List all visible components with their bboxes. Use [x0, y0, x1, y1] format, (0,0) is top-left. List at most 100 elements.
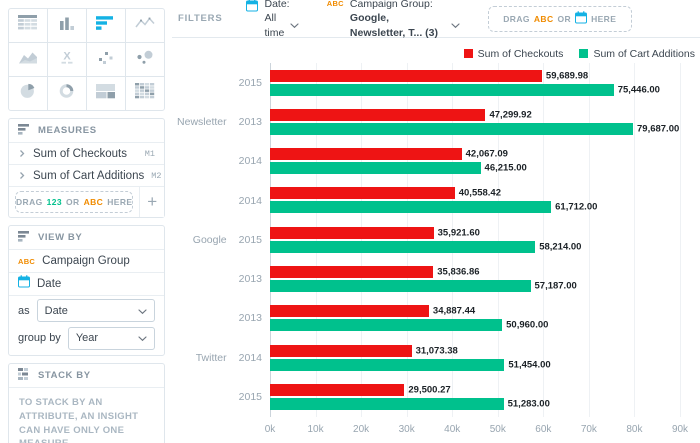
- data-label: 46,215.00: [485, 163, 527, 174]
- table-chart-type-button[interactable]: [9, 9, 47, 42]
- as-label: as: [18, 305, 30, 317]
- data-label: 31,073.38: [416, 345, 458, 356]
- data-label: 59,689.98: [546, 70, 588, 81]
- chevron-down-icon: [138, 302, 147, 320]
- bar-chart-type-button[interactable]: [87, 9, 125, 42]
- bar-sum-of-checkouts[interactable]: 31,073.38: [270, 345, 412, 357]
- bar-pair: 35,921.60 58,214.00: [270, 220, 680, 259]
- svg-text:X: X: [63, 51, 71, 63]
- measure-drop-zone[interactable]: DRAG 123 OR ABC HERE: [15, 191, 133, 213]
- filter-campaign-group[interactable]: ABC Campaign Group: Google, Newsletter, …: [327, 0, 460, 40]
- drop-hint-text: OR: [66, 197, 80, 207]
- filter-drop-zone[interactable]: DRAG ABC OR HERE: [488, 6, 632, 32]
- date-as-select[interactable]: Date: [37, 299, 155, 322]
- drop-hint-abc: ABC: [534, 14, 554, 24]
- add-measure-button[interactable]: +: [139, 187, 164, 217]
- headline-chart-type-button[interactable]: X: [48, 43, 86, 76]
- bar-sum-of-checkouts[interactable]: 47,299.92: [270, 109, 485, 121]
- x-axis-tick-label: 80k: [626, 424, 642, 435]
- bar-pair: 31,073.38 51,454.00: [270, 338, 680, 377]
- data-label: 50,960.00: [506, 320, 548, 331]
- filters-bar: FILTERS Date: All time ABC Campaign Grou…: [172, 0, 700, 38]
- heatmap-chart-type-button[interactable]: [126, 77, 164, 110]
- view-by-item-label: Date: [37, 278, 61, 290]
- y-axis-labels: Newsletter 2013: [172, 102, 270, 141]
- filter-label: Campaign Group:: [350, 0, 460, 11]
- x-axis-tick-label: 90k: [672, 424, 688, 435]
- bar-sum-of-checkouts[interactable]: 59,689.98: [270, 70, 542, 82]
- bar-sum-of-cart-additions[interactable]: 57,187.00: [270, 280, 531, 292]
- chart-row-newsletter-2014: 2014 42,067.09 46,215.00: [172, 142, 700, 181]
- bar-sum-of-cart-additions[interactable]: 50,960.00: [270, 319, 502, 331]
- bar-sum-of-cart-additions[interactable]: 58,214.00: [270, 241, 535, 253]
- chart-row-google-2013: 2013 35,836.86 57,187.00: [172, 259, 700, 298]
- year-label: 2015: [239, 77, 262, 89]
- bar-sum-of-checkouts[interactable]: 35,836.86: [270, 266, 433, 278]
- measures-icon: [18, 122, 31, 140]
- x-axis: 0k10k20k30k40k50k60k70k80k90k: [270, 417, 680, 441]
- data-label: 51,454.00: [508, 359, 550, 370]
- donut-chart-type-button[interactable]: [48, 77, 86, 110]
- chevron-right-icon: [18, 167, 26, 185]
- bar-pair: 29,500.27 51,283.00: [270, 377, 680, 416]
- chart-row-newsletter-2015: 2015 59,689.98 75,446.00: [172, 63, 700, 102]
- year-label: 2014: [239, 352, 262, 364]
- line-chart-type-button[interactable]: [126, 9, 164, 42]
- y-axis-labels: 2015: [172, 63, 270, 102]
- year-label: 2014: [239, 155, 262, 167]
- column-chart-type-button[interactable]: [48, 9, 86, 42]
- y-axis-labels: Twitter 2014: [172, 338, 270, 377]
- area-chart-type-button[interactable]: [9, 43, 47, 76]
- bar-sum-of-cart-additions[interactable]: 61,712.00: [270, 201, 551, 213]
- measures-header: MEASURES: [9, 119, 164, 143]
- scatter-chart-icon: [96, 49, 116, 70]
- bar-sum-of-cart-additions[interactable]: 51,283.00: [270, 398, 504, 410]
- data-label: 34,887.44: [433, 306, 475, 317]
- chevron-down-icon: [290, 19, 299, 33]
- group-by-select[interactable]: Year: [68, 327, 155, 350]
- chart-row-twitter-2013: 2013 34,887.44 50,960.00: [172, 299, 700, 338]
- legend-item[interactable]: Sum of Checkouts: [464, 46, 564, 61]
- bar-sum-of-checkouts[interactable]: 40,558.42: [270, 187, 455, 199]
- drop-hint-text: DRAG: [16, 197, 43, 207]
- view-by-item-label: Campaign Group: [42, 255, 130, 267]
- view-by-item-campaign-group[interactable]: ABCCampaign Group: [9, 250, 164, 273]
- chart-legend: Sum of Checkouts Sum of Cart Additions: [172, 38, 700, 63]
- legend-item[interactable]: Sum of Cart Additions: [579, 46, 695, 61]
- data-label: 75,446.00: [618, 84, 660, 95]
- chevron-right-icon: [18, 145, 26, 163]
- drop-hint-text: DRAG: [503, 14, 530, 24]
- view-by-header: VIEW BY: [9, 226, 164, 250]
- bubble-chart-icon: [135, 49, 155, 70]
- filter-date[interactable]: Date: All time: [246, 0, 298, 40]
- treemap-chart-icon: [96, 83, 116, 104]
- measure-item[interactable]: Sum of Checkouts M1: [9, 143, 164, 165]
- measure-item[interactable]: Sum of Cart Additions M2: [9, 165, 164, 187]
- treemap-chart-type-button[interactable]: [87, 77, 125, 110]
- group-by-label: group by: [18, 332, 61, 344]
- measure-tag: M1: [145, 149, 155, 159]
- view-by-section: VIEW BY ABCCampaign Group Date as Date gr…: [8, 225, 165, 356]
- bar-sum-of-checkouts[interactable]: 34,887.44: [270, 305, 429, 317]
- stack-by-header: STACK BY: [9, 364, 164, 388]
- bar-sum-of-cart-additions[interactable]: 75,446.00: [270, 84, 614, 96]
- year-label: 2014: [239, 195, 262, 207]
- view-by-item-date[interactable]: Date: [9, 273, 164, 296]
- bubble-chart-type-button[interactable]: [126, 43, 164, 76]
- bar-sum-of-cart-additions[interactable]: 51,454.00: [270, 359, 504, 371]
- y-axis-labels: 2013: [172, 299, 270, 338]
- y-axis-labels: 2015: [172, 377, 270, 416]
- bar-sum-of-checkouts[interactable]: 35,921.60: [270, 227, 434, 239]
- table-chart-icon: [18, 15, 38, 36]
- area-chart-icon: [18, 49, 38, 70]
- scatter-chart-type-button[interactable]: [87, 43, 125, 76]
- bar-sum-of-checkouts[interactable]: 29,500.27: [270, 384, 404, 396]
- data-label: 51,283.00: [508, 398, 550, 409]
- bar-sum-of-checkouts[interactable]: 42,067.09: [270, 148, 462, 160]
- drop-hint-text: OR: [558, 14, 572, 24]
- bar-sum-of-cart-additions[interactable]: 79,687.00: [270, 123, 633, 135]
- bar-sum-of-cart-additions[interactable]: 46,215.00: [270, 162, 481, 174]
- legend-label: Sum of Cart Additions: [593, 48, 695, 60]
- chevron-down-icon: [451, 19, 460, 33]
- pie-chart-type-button[interactable]: [9, 77, 47, 110]
